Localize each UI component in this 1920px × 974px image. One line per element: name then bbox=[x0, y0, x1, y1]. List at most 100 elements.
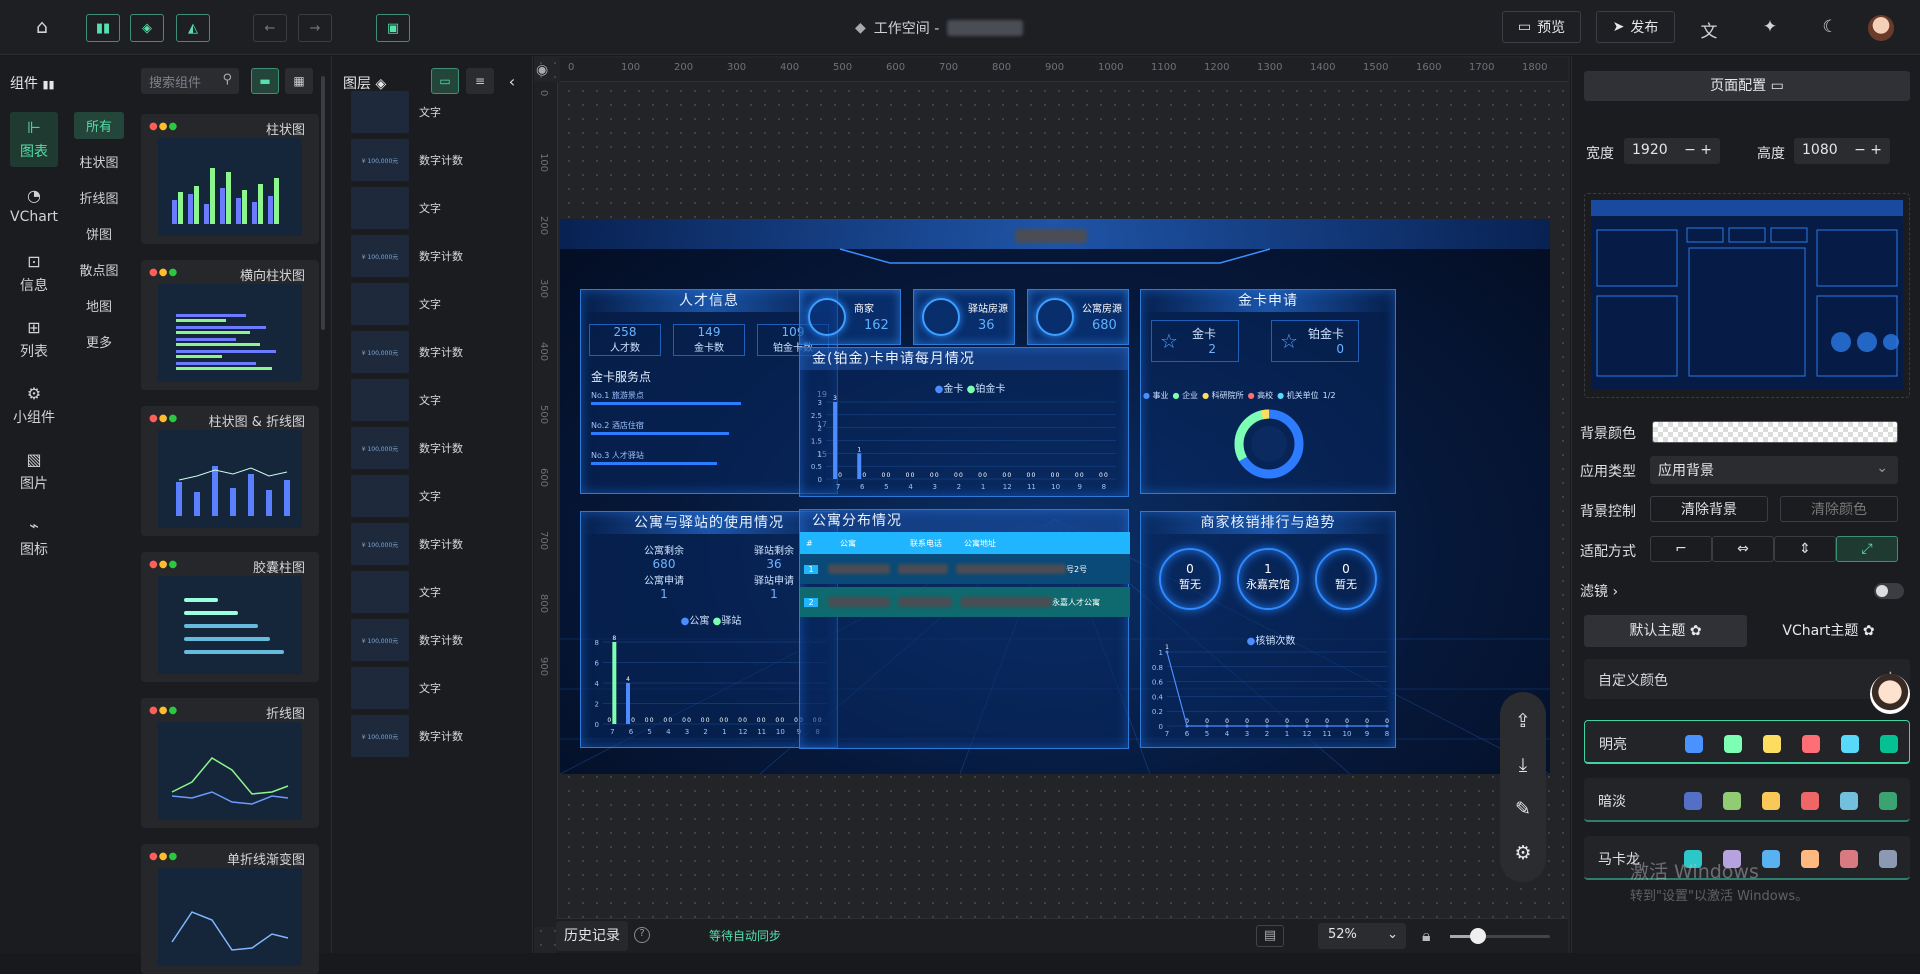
layer-item[interactable]: 文字 bbox=[351, 570, 531, 614]
bar bbox=[857, 453, 862, 479]
user-avatar[interactable] bbox=[1868, 15, 1894, 41]
clear-color-button[interactable]: 清除颜色 bbox=[1780, 496, 1898, 522]
magic-wand-icon[interactable]: ✦ bbox=[1758, 17, 1782, 41]
category-widget[interactable]: ⚙ 小组件 bbox=[10, 384, 58, 427]
legend-item[interactable]: ● 科研院所 bbox=[1202, 391, 1244, 400]
minimap-toggle[interactable]: ▤ bbox=[1256, 925, 1284, 947]
edit-icon[interactable]: ✎ bbox=[1500, 787, 1546, 831]
page-config-tab[interactable]: 页面配置 ▭ bbox=[1584, 71, 1910, 101]
category-list[interactable]: ⊞ 列表 bbox=[10, 318, 58, 361]
layer-item[interactable]: 文字 bbox=[351, 282, 531, 326]
layer-item[interactable]: 文字 bbox=[351, 378, 531, 422]
table-row[interactable]: 2 永嘉人才公寓 bbox=[800, 587, 1130, 617]
redo-button[interactable]: → bbox=[298, 14, 332, 42]
stepper-icon[interactable]: − + bbox=[1684, 142, 1712, 158]
layer-item[interactable]: ¥ 100,000元 数字计数 bbox=[351, 426, 531, 470]
settings-icon[interactable]: ⚙ bbox=[1500, 831, 1546, 875]
sub-map[interactable]: 地图 bbox=[74, 292, 124, 319]
layer-item[interactable]: ¥ 100,000元 数字计数 bbox=[351, 234, 531, 278]
component-card[interactable]: ●●● 柱状图 bbox=[141, 114, 319, 244]
eye-icon[interactable]: ◉ bbox=[536, 62, 548, 78]
help-icon[interactable]: ? bbox=[634, 927, 650, 943]
theme-option[interactable]: 明亮 bbox=[1584, 720, 1910, 764]
zoom-select[interactable]: 52% ⌄ bbox=[1318, 923, 1406, 949]
vchart-theme-tab[interactable]: VChart主题 ✿ bbox=[1747, 615, 1910, 647]
layer-item[interactable]: ¥ 100,000元 数字计数 bbox=[351, 714, 531, 758]
zoom-slider-handle[interactable] bbox=[1470, 928, 1486, 944]
category-label: 信息 bbox=[20, 278, 48, 294]
preview-button[interactable]: ▭ 预览 bbox=[1502, 11, 1581, 43]
height-input[interactable]: 1080 − + bbox=[1794, 138, 1890, 164]
import-icon[interactable]: ⤓ bbox=[1500, 743, 1546, 787]
theme-option[interactable]: 暗淡 bbox=[1584, 778, 1910, 822]
toggle-components-button[interactable]: ▮▮ bbox=[86, 14, 120, 42]
layer-item[interactable]: 文字 bbox=[351, 666, 531, 710]
fit-full-button[interactable]: ⤢ bbox=[1836, 536, 1898, 562]
sub-scatter[interactable]: 散点图 bbox=[74, 256, 124, 283]
component-search-input[interactable]: 搜索组件 ⚲ bbox=[141, 68, 239, 94]
legend-item[interactable]: ● 机关单位 bbox=[1277, 391, 1319, 400]
component-card[interactable]: ●●● 单折线渐变图 bbox=[141, 844, 319, 974]
components-scrollbar[interactable] bbox=[321, 76, 325, 330]
legend-item[interactable]: 1/2 bbox=[1323, 391, 1336, 400]
category-icon[interactable]: ⌁ 图标 bbox=[10, 516, 58, 559]
fit-width-button[interactable]: ⇔ bbox=[1712, 536, 1774, 562]
lock-icon[interactable]: 🔒︎ bbox=[1422, 926, 1431, 946]
zoom-slider[interactable] bbox=[1450, 928, 1550, 944]
category-vchart[interactable]: ◔ VChart bbox=[10, 186, 58, 225]
sub-more[interactable]: 更多 bbox=[74, 328, 124, 355]
assistant-avatar[interactable] bbox=[1870, 674, 1910, 714]
publish-button[interactable]: ➤ 发布 bbox=[1596, 11, 1675, 43]
background-preview-image bbox=[1591, 200, 1903, 390]
category-info[interactable]: ⊡ 信息 bbox=[10, 252, 58, 295]
layer-item[interactable]: 文字 bbox=[351, 474, 531, 518]
category-chart[interactable]: ⊩ 图表 bbox=[10, 112, 58, 167]
legend-item[interactable]: ● 事业 bbox=[1143, 391, 1169, 400]
app-type-select[interactable]: 应用背景 ⌄ bbox=[1650, 456, 1898, 484]
background-preview[interactable] bbox=[1584, 193, 1910, 398]
custom-color-row[interactable]: 自定义颜色+ bbox=[1584, 659, 1910, 699]
toggle-config-button[interactable]: ◭ bbox=[176, 14, 210, 42]
sub-pie[interactable]: 饼图 bbox=[74, 220, 124, 247]
component-card[interactable]: ●●● 横向柱状图 bbox=[141, 260, 319, 390]
bg-color-picker[interactable] bbox=[1652, 421, 1898, 443]
toggle-layers-button[interactable]: ◈ bbox=[130, 14, 164, 42]
layer-item[interactable]: 文字 bbox=[351, 186, 531, 230]
filter-toggle[interactable] bbox=[1874, 583, 1904, 599]
component-card[interactable]: ●●● 折线图 bbox=[141, 698, 319, 828]
fit-height-button[interactable]: ⇕ bbox=[1774, 536, 1836, 562]
bg-control-label: 背景控制 bbox=[1580, 504, 1636, 520]
sub-bar[interactable]: 柱状图 bbox=[74, 148, 124, 175]
dark-mode-icon[interactable]: ☾ bbox=[1818, 17, 1842, 41]
legend-item[interactable]: ● 企业 bbox=[1173, 391, 1199, 400]
default-theme-tab[interactable]: 默认主题 ✿ bbox=[1584, 615, 1747, 647]
service-point-name: No.3 人才驿站 bbox=[591, 451, 644, 460]
undo-button[interactable]: ← bbox=[253, 14, 287, 42]
single-column-view-button[interactable]: ▬ bbox=[251, 68, 279, 94]
layer-item[interactable]: 文字 bbox=[351, 90, 531, 134]
export-icon[interactable]: ⇪ bbox=[1500, 699, 1546, 743]
stepper-icon[interactable]: − + bbox=[1854, 142, 1882, 158]
save-button[interactable]: ▣ bbox=[376, 14, 410, 42]
layer-item[interactable]: ¥ 100,000元 数字计数 bbox=[351, 138, 531, 182]
width-input[interactable]: 1920 − + bbox=[1624, 138, 1720, 164]
grid-view-button[interactable]: ▦ bbox=[285, 68, 313, 94]
x-tick-label: 9 bbox=[1078, 483, 1082, 491]
component-card[interactable]: ●●● 胶囊柱图 bbox=[141, 552, 319, 682]
table-row[interactable]: 1 号2号 bbox=[800, 554, 1130, 584]
fit-none-button[interactable]: ⌐ bbox=[1650, 536, 1712, 562]
translate-icon[interactable]: 文 bbox=[1697, 17, 1721, 42]
layer-item[interactable]: ¥ 100,000元 数字计数 bbox=[351, 618, 531, 662]
clear-background-button[interactable]: 清除背景 bbox=[1650, 496, 1768, 522]
component-card[interactable]: ●●● 柱状图 & 折线图 bbox=[141, 406, 319, 536]
dashboard-title-redacted bbox=[1015, 229, 1087, 243]
layer-item[interactable]: ¥ 100,000元 数字计数 bbox=[351, 522, 531, 566]
history-button[interactable]: 历史记录 bbox=[556, 921, 628, 951]
layer-item[interactable]: ¥ 100,000元 数字计数 bbox=[351, 330, 531, 374]
sub-all[interactable]: 所有 bbox=[74, 112, 124, 139]
category-image[interactable]: ▧ 图片 bbox=[10, 450, 58, 493]
legend-item[interactable]: ● 高校 bbox=[1248, 391, 1274, 400]
sub-line[interactable]: 折线图 bbox=[74, 184, 124, 211]
home-icon[interactable]: ⌂ bbox=[30, 16, 54, 40]
dashboard-screen[interactable]: 人才信息 258 人才数 149 金卡数 109 铂金卡数 金卡服务点 No.1 旅游… bbox=[560, 219, 1550, 774]
